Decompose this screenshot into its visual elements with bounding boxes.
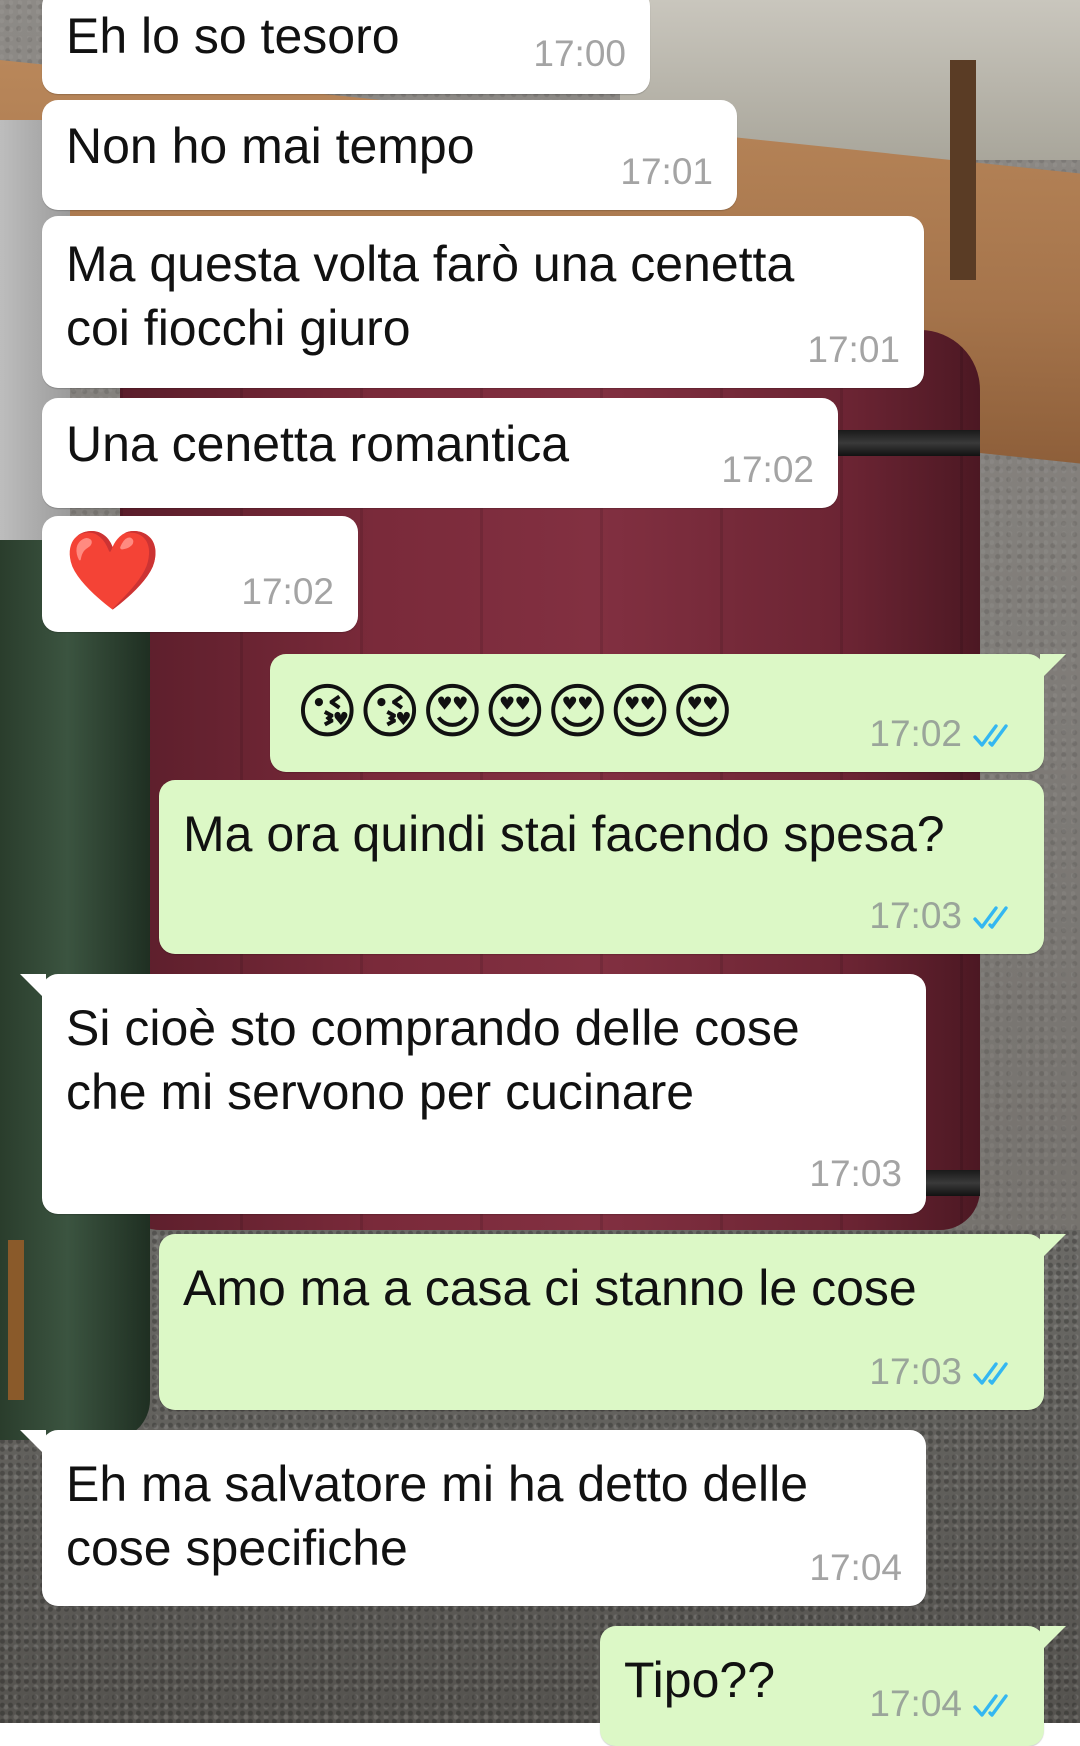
message-text: Ma ora quindi stai facendo spesa?	[183, 806, 945, 862]
message-time: 17:01	[620, 151, 713, 192]
incoming-message[interactable]: Ma questa volta farò una cenetta coi fio…	[42, 216, 924, 388]
message-time: 17:04	[809, 1547, 902, 1588]
message-time: 17:01	[807, 329, 900, 370]
double-check-icon	[972, 722, 1020, 750]
message-time: 17:03	[869, 1351, 962, 1392]
message-list[interactable]: Eh lo so tesoro 17:00 Non ho mai tempo 1…	[0, 0, 1080, 1746]
message-meta: 17:04	[869, 1684, 1020, 1724]
outgoing-message[interactable]: Tipo?? 17:04	[600, 1626, 1066, 1746]
outgoing-message[interactable]: 😘😘😍😍😍😍😍 17:02	[270, 654, 1066, 772]
double-check-icon	[972, 904, 1020, 932]
incoming-message[interactable]: Si cioè sto comprando delle cose che mi …	[20, 974, 926, 1214]
incoming-message[interactable]: Una cenetta romantica 17:02	[42, 398, 838, 508]
message-time: 17:03	[809, 1153, 902, 1194]
message-meta: 17:02	[869, 714, 1020, 754]
message-text: Si cioè sto comprando delle cose che mi …	[66, 1000, 800, 1120]
message-text: Ma questa volta farò una cenetta coi fio…	[66, 236, 795, 356]
message-time: 17:02	[869, 713, 962, 754]
incoming-message[interactable]: ❤️ 17:02	[42, 516, 358, 632]
message-text: Amo ma a casa ci stanno le cose	[183, 1260, 917, 1316]
message-text: Non ho mai tempo	[66, 118, 475, 174]
outgoing-message[interactable]: Ma ora quindi stai facendo spesa? 17:03	[159, 780, 1044, 954]
incoming-message[interactable]: Non ho mai tempo 17:01	[42, 100, 737, 210]
outgoing-message[interactable]: Amo ma a casa ci stanno le cose 17:03	[159, 1234, 1066, 1410]
message-text: Eh ma salvatore mi ha detto delle cose s…	[66, 1456, 809, 1576]
incoming-message[interactable]: Eh ma salvatore mi ha detto delle cose s…	[20, 1430, 926, 1606]
message-time: 17:03	[869, 895, 962, 936]
double-check-icon	[972, 1360, 1020, 1388]
message-meta: 17:03	[869, 1352, 1020, 1392]
message-meta: 17:03	[869, 896, 1020, 936]
message-time: 17:02	[241, 571, 334, 612]
message-time: 17:04	[869, 1683, 962, 1724]
incoming-message[interactable]: Eh lo so tesoro 17:00	[42, 0, 650, 94]
message-time: 17:02	[721, 449, 814, 490]
double-check-icon	[972, 1692, 1020, 1720]
message-text: Una cenetta romantica	[66, 416, 570, 472]
message-time: 17:00	[533, 33, 626, 74]
